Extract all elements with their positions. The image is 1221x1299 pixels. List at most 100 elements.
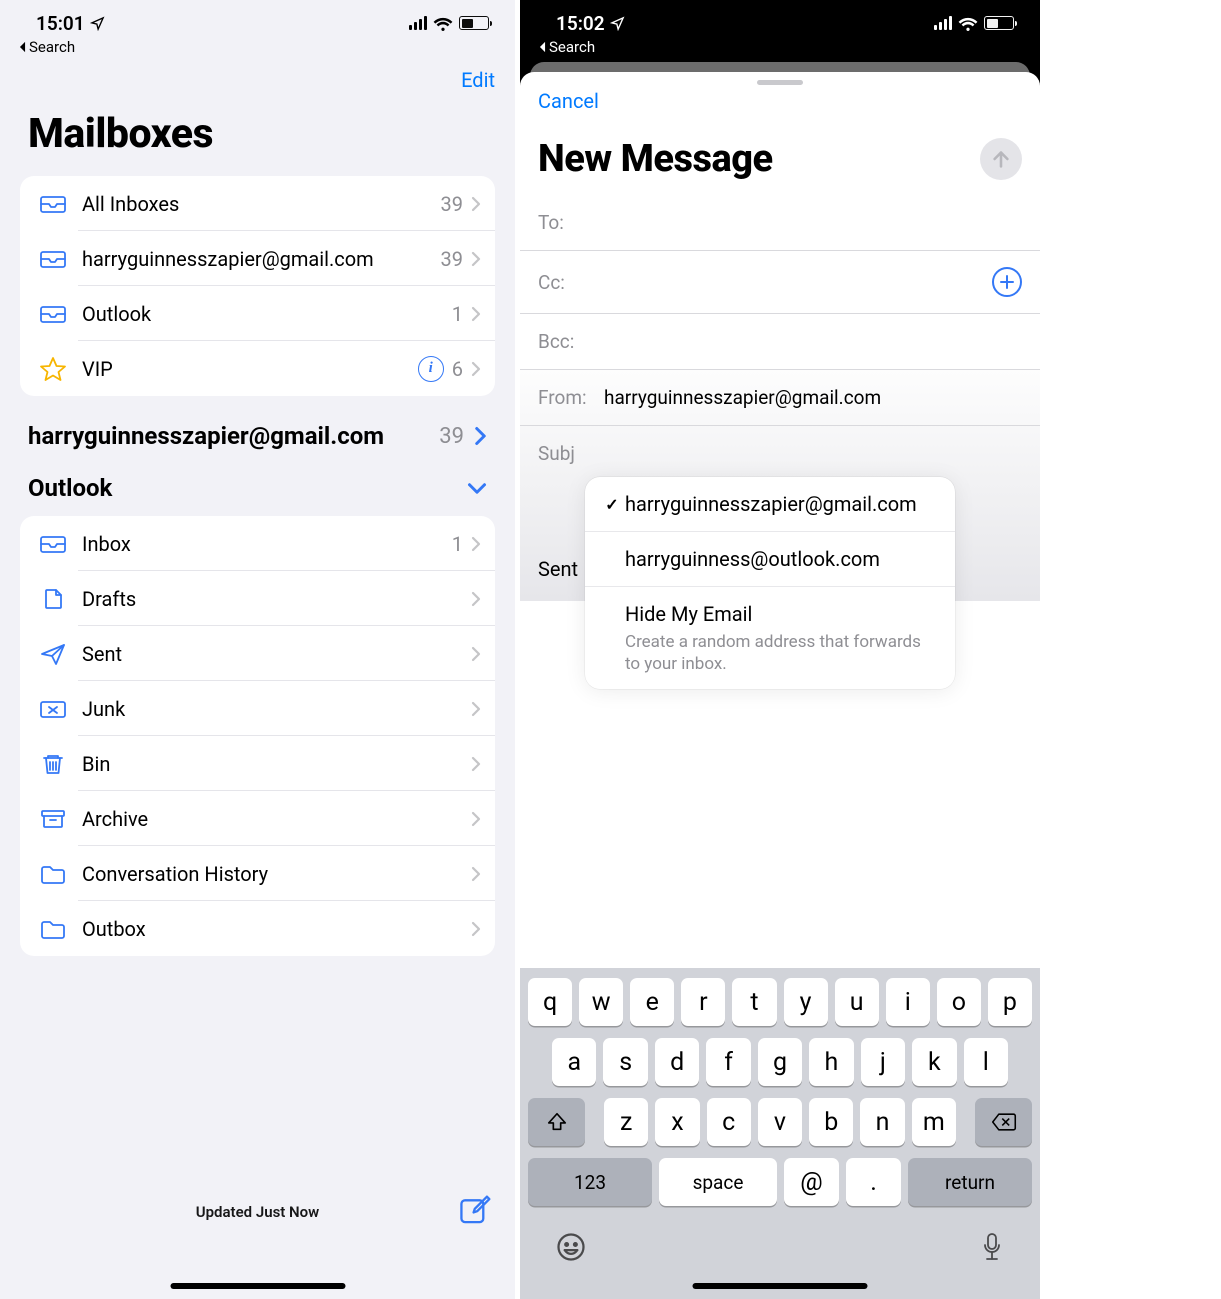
key-x[interactable]: x bbox=[655, 1098, 699, 1146]
send-button[interactable] bbox=[980, 138, 1022, 180]
key-a[interactable]: a bbox=[552, 1038, 596, 1086]
edit-button[interactable]: Edit bbox=[461, 68, 495, 92]
mailbox-row[interactable]: All Inboxes 39 bbox=[20, 176, 495, 231]
chevron-right-icon bbox=[471, 306, 481, 322]
mailbox-row[interactable]: Outlook 1 bbox=[20, 286, 495, 341]
key-y[interactable]: y bbox=[784, 978, 828, 1026]
checkmark-icon bbox=[599, 546, 625, 572]
mailbox-label: Outbox bbox=[72, 917, 463, 941]
at-key[interactable]: @ bbox=[784, 1158, 839, 1206]
key-u[interactable]: u bbox=[835, 978, 879, 1026]
compose-screen: 15:02 Search Cancel New Message To: Cc: bbox=[520, 0, 1040, 1299]
key-s[interactable]: s bbox=[603, 1038, 647, 1086]
mailbox-row[interactable]: harryguinnesszapier@gmail.com 39 bbox=[20, 231, 495, 286]
key-e[interactable]: e bbox=[630, 978, 674, 1026]
key-l[interactable]: l bbox=[964, 1038, 1008, 1086]
key-o[interactable]: o bbox=[937, 978, 981, 1026]
key-q[interactable]: q bbox=[528, 978, 572, 1026]
mailbox-row[interactable]: Conversation History bbox=[20, 846, 495, 901]
key-c[interactable]: c bbox=[707, 1098, 751, 1146]
compose-icon bbox=[459, 1193, 493, 1227]
mailbox-row[interactable]: VIP i 6 bbox=[20, 341, 495, 396]
return-key[interactable]: return bbox=[908, 1158, 1032, 1206]
chevron-right-icon bbox=[471, 811, 481, 827]
chevron-right-icon bbox=[471, 756, 481, 772]
mic-icon bbox=[980, 1232, 1004, 1262]
back-to-search[interactable]: Search bbox=[520, 38, 1040, 64]
to-field[interactable]: To: bbox=[520, 195, 1040, 251]
chevron-right-icon bbox=[471, 866, 481, 882]
from-option[interactable]: harryguinness@outlook.com bbox=[585, 532, 955, 587]
status-bar: 15:01 bbox=[0, 0, 515, 38]
chevron-down-icon bbox=[467, 482, 487, 495]
from-option[interactable]: ✓ harryguinnesszapier@gmail.com bbox=[585, 477, 955, 532]
field-label: Cc: bbox=[538, 271, 598, 294]
sheet-grab-handle[interactable] bbox=[757, 80, 803, 85]
numbers-key[interactable]: 123 bbox=[528, 1158, 652, 1206]
arrow-up-icon bbox=[990, 148, 1012, 170]
mailbox-row[interactable]: Sent bbox=[20, 626, 495, 681]
archive-icon bbox=[34, 807, 72, 831]
mailbox-row[interactable]: Junk bbox=[20, 681, 495, 736]
mailbox-label: Drafts bbox=[72, 587, 463, 611]
dictation-key[interactable] bbox=[980, 1232, 1004, 1269]
key-p[interactable]: p bbox=[988, 978, 1032, 1026]
key-w[interactable]: w bbox=[579, 978, 623, 1026]
folder-icon bbox=[34, 862, 72, 886]
space-key[interactable]: space bbox=[659, 1158, 777, 1206]
sheet-title: New Message bbox=[538, 137, 980, 181]
nav-bar: Edit bbox=[0, 64, 515, 92]
mailbox-row[interactable]: Bin bbox=[20, 736, 495, 791]
chevron-right-icon bbox=[471, 536, 481, 552]
delete-key[interactable] bbox=[975, 1098, 1032, 1146]
body-partial-text: Sent bbox=[538, 557, 578, 581]
key-n[interactable]: n bbox=[860, 1098, 904, 1146]
status-time: 15:02 bbox=[556, 12, 605, 35]
outlook-mailbox-group: Inbox 1 Drafts Sent Junk Bin Archive Con… bbox=[20, 516, 495, 956]
from-option[interactable]: Hide My EmailCreate a random address tha… bbox=[585, 587, 955, 689]
home-indicator[interactable] bbox=[693, 1283, 868, 1289]
info-button[interactable]: i bbox=[418, 356, 444, 382]
folder-icon bbox=[34, 917, 72, 941]
subject-field[interactable]: Subj bbox=[520, 426, 1040, 481]
key-d[interactable]: d bbox=[655, 1038, 699, 1086]
account-header-gmail[interactable]: harryguinnesszapier@gmail.com 39 bbox=[0, 396, 515, 464]
mailbox-label: All Inboxes bbox=[72, 192, 441, 216]
key-h[interactable]: h bbox=[809, 1038, 853, 1086]
chevron-right-icon bbox=[471, 701, 481, 717]
key-f[interactable]: f bbox=[706, 1038, 750, 1086]
mailbox-label: Outlook bbox=[72, 302, 452, 326]
key-v[interactable]: v bbox=[758, 1098, 802, 1146]
compose-button[interactable] bbox=[459, 1193, 493, 1231]
cc-field[interactable]: Cc: bbox=[520, 251, 1040, 314]
bcc-field[interactable]: Bcc: bbox=[520, 314, 1040, 370]
key-g[interactable]: g bbox=[758, 1038, 802, 1086]
key-b[interactable]: b bbox=[809, 1098, 853, 1146]
mailbox-label: Inbox bbox=[72, 532, 452, 556]
cancel-button[interactable]: Cancel bbox=[538, 89, 599, 113]
status-time: 15:01 bbox=[36, 12, 85, 35]
back-to-search[interactable]: Search bbox=[0, 38, 515, 64]
home-indicator[interactable] bbox=[170, 1283, 345, 1289]
mailbox-row[interactable]: Outbox bbox=[20, 901, 495, 956]
mailbox-row[interactable]: Drafts bbox=[20, 571, 495, 626]
shift-key[interactable] bbox=[528, 1098, 585, 1146]
mailbox-row[interactable]: Inbox 1 bbox=[20, 516, 495, 571]
key-k[interactable]: k bbox=[912, 1038, 956, 1086]
emoji-key[interactable] bbox=[556, 1232, 586, 1269]
key-j[interactable]: j bbox=[861, 1038, 905, 1086]
mailbox-row[interactable]: Archive bbox=[20, 791, 495, 846]
key-t[interactable]: t bbox=[732, 978, 776, 1026]
key-m[interactable]: m bbox=[912, 1098, 956, 1146]
mailbox-count: 6 bbox=[452, 357, 463, 381]
key-i[interactable]: i bbox=[886, 978, 930, 1026]
key-r[interactable]: r bbox=[681, 978, 725, 1026]
keyboard-row-2: asdfghjkl bbox=[526, 1038, 1034, 1086]
dot-key[interactable]: . bbox=[846, 1158, 901, 1206]
account-header-outlook[interactable]: Outlook bbox=[0, 464, 515, 516]
add-contact-button[interactable] bbox=[992, 267, 1022, 297]
inbox-icon bbox=[34, 247, 72, 271]
emoji-icon bbox=[556, 1232, 586, 1262]
from-field[interactable]: From: harryguinnesszapier@gmail.com bbox=[520, 370, 1040, 426]
key-z[interactable]: z bbox=[604, 1098, 648, 1146]
